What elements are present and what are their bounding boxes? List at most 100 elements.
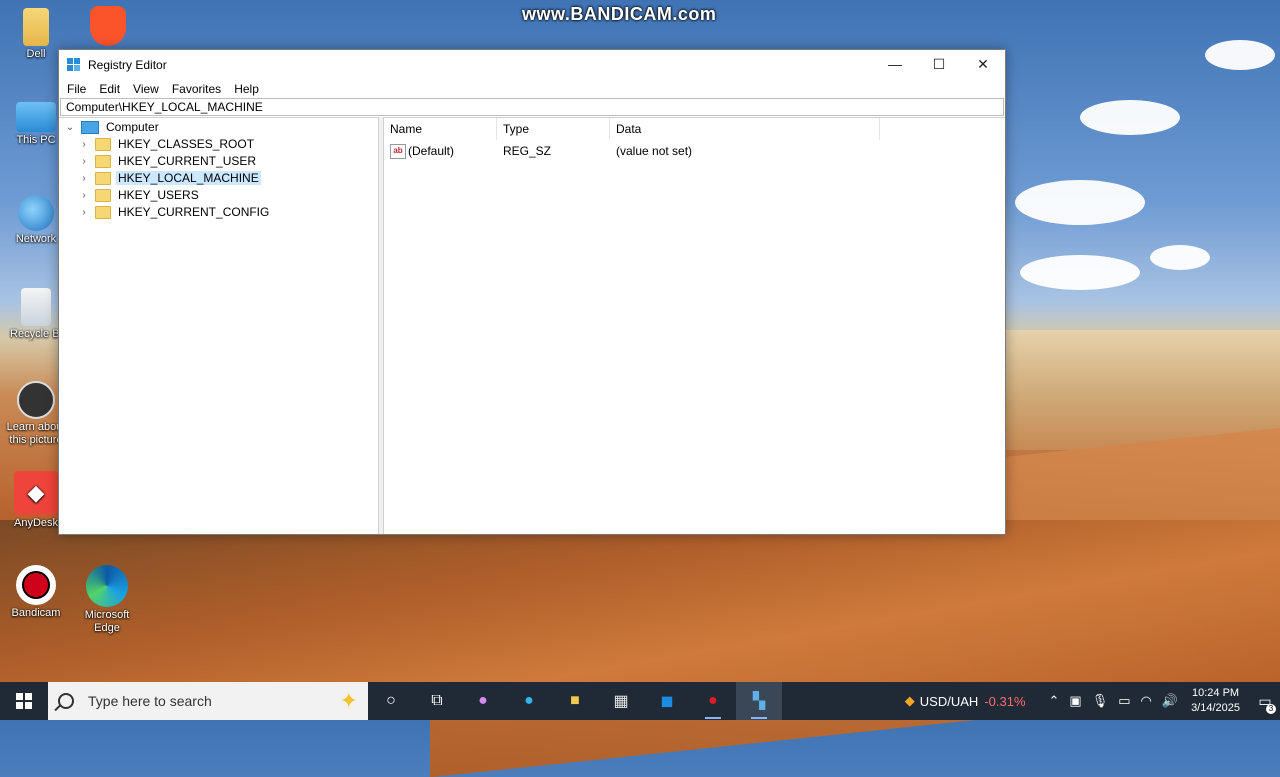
column-header-type[interactable]: Type xyxy=(497,118,610,140)
user-folder-icon xyxy=(23,8,49,46)
registry-editor-icon: ▚ xyxy=(752,693,766,710)
list-header: Name Type Data xyxy=(384,118,1005,140)
desktop-icon-edge[interactable]: Microsoft Edge xyxy=(71,565,143,635)
task-view-button[interactable]: ⧉ xyxy=(414,682,460,720)
folder-icon xyxy=(95,205,111,219)
registry-editor-window: Registry Editor — ☐ ✕ File Edit View Fav… xyxy=(58,49,1006,535)
folder-icon xyxy=(95,171,111,185)
string-value-icon: ab xyxy=(390,143,406,159)
taskbar-outlook[interactable]: ◼ xyxy=(644,682,690,720)
wifi-icon[interactable]: ◠ xyxy=(1141,693,1152,709)
tree-node-hkey-local-machine[interactable]: › HKEY_LOCAL_MACHINE xyxy=(79,170,261,186)
network-globe-icon xyxy=(18,195,54,231)
recycle-bin-icon xyxy=(21,288,51,326)
menu-view[interactable]: View xyxy=(127,82,166,96)
chevron-right-icon[interactable]: › xyxy=(79,207,89,218)
notification-button[interactable]: ▭ 3 xyxy=(1250,682,1280,720)
store-icon: ▦ xyxy=(613,693,629,710)
cloud xyxy=(1080,100,1180,135)
table-row[interactable]: ab (Default) REG_SZ (value not set) xyxy=(384,142,880,160)
desktop-icon-bandicam[interactable]: Bandicam xyxy=(0,565,72,620)
clock-date: 3/14/2025 xyxy=(1191,702,1240,714)
windows-logo-icon xyxy=(16,693,32,709)
address-bar[interactable]: Computer\HKEY_LOCAL_MACHINE xyxy=(60,98,1004,116)
taskbar-registry-editor[interactable]: ▚ xyxy=(736,682,782,720)
cloud xyxy=(1150,245,1210,270)
cloud xyxy=(1015,180,1145,225)
copilot-icon: ● xyxy=(478,692,488,709)
title-bar[interactable]: Registry Editor — ☐ ✕ xyxy=(59,50,1005,80)
system-tray: ◆ USD/UAH -0.31% ⌃ ▣ 🎙 ▭ ◠ 🔊 10:24 PM 3/… xyxy=(900,682,1280,720)
menu-help[interactable]: Help xyxy=(228,82,266,96)
chevron-down-icon[interactable]: ⌄ xyxy=(65,122,75,133)
menu-bar: File Edit View Favorites Help xyxy=(59,80,1005,98)
tree-node-hkey-users[interactable]: › HKEY_USERS xyxy=(79,187,201,203)
task-view-icon: ⧉ xyxy=(431,692,443,709)
cortana-button[interactable]: ○ xyxy=(368,682,414,720)
folder-icon xyxy=(95,154,111,168)
tree-node-hkey-classes-root[interactable]: › HKEY_CLASSES_ROOT xyxy=(79,136,256,152)
chevron-right-icon[interactable]: › xyxy=(79,173,89,184)
circle-icon: ○ xyxy=(386,692,396,709)
folder-icon xyxy=(95,188,111,202)
clock[interactable]: 10:24 PM 3/14/2025 xyxy=(1191,686,1240,716)
key-tree-pane[interactable]: ⌄ Computer › HKEY_CLASSES_ROOT › HKEY_CU… xyxy=(59,117,379,534)
maximize-button[interactable]: ☐ xyxy=(917,50,961,78)
chevron-right-icon[interactable]: › xyxy=(79,190,89,201)
chevron-up-icon[interactable]: ⌃ xyxy=(1049,693,1060,709)
value-type: REG_SZ xyxy=(503,144,552,158)
device-icon[interactable]: ▣ xyxy=(1069,693,1081,709)
taskbar: Type here to search ✦ ○ ⧉ ● ● ■ ▦ ◼ ● ▚ … xyxy=(0,682,1280,720)
cloud xyxy=(1205,40,1275,70)
edge-icon: ● xyxy=(524,692,534,709)
taskbar-store[interactable]: ▦ xyxy=(598,682,644,720)
camera-info-icon xyxy=(17,381,55,419)
menu-edit[interactable]: Edit xyxy=(93,82,127,96)
edge-icon xyxy=(86,565,128,607)
battery-icon[interactable]: ▭ xyxy=(1118,693,1130,709)
currency-icon: ◆ xyxy=(904,693,915,708)
value-data: (value not set) xyxy=(616,144,693,158)
notification-count: 3 xyxy=(1266,704,1276,714)
minimize-button[interactable]: — xyxy=(873,50,917,78)
menu-file[interactable]: File xyxy=(61,82,93,96)
chevron-right-icon[interactable]: › xyxy=(79,139,89,150)
bandicam-watermark: www.BANDICAM.com xyxy=(522,4,717,24)
start-button[interactable] xyxy=(0,682,48,720)
tree-node-hkey-current-user[interactable]: › HKEY_CURRENT_USER xyxy=(79,153,258,169)
taskbar-edge[interactable]: ● xyxy=(506,682,552,720)
taskbar-search-box[interactable]: Type here to search ✦ xyxy=(48,682,368,720)
tree-node-hkey-current-config[interactable]: › HKEY_CURRENT_CONFIG xyxy=(79,204,271,220)
menu-favorites[interactable]: Favorites xyxy=(166,82,228,96)
column-header-name[interactable]: Name xyxy=(384,118,497,140)
desktop-icon-brave[interactable] xyxy=(72,6,144,48)
search-icon xyxy=(58,693,74,709)
taskbar-copilot[interactable]: ● xyxy=(460,682,506,720)
value-name: (Default) xyxy=(408,144,455,158)
close-button[interactable]: ✕ xyxy=(961,50,1005,78)
currency-change: -0.31% xyxy=(984,693,1026,709)
search-placeholder: Type here to search xyxy=(88,693,212,709)
bandicam-record-icon xyxy=(16,565,56,605)
tree-node-computer[interactable]: ⌄ Computer xyxy=(65,119,161,135)
cloud xyxy=(1020,255,1140,290)
anydesk-icon: ◆ xyxy=(14,471,58,515)
microphone-icon[interactable]: 🎙 xyxy=(1092,693,1109,709)
chevron-right-icon[interactable]: › xyxy=(79,156,89,167)
bandicam-record-icon: ● xyxy=(708,692,718,709)
computer-icon xyxy=(81,120,99,134)
folder-icon: ■ xyxy=(570,692,580,709)
monitor-icon xyxy=(16,102,56,132)
currency-pair[interactable]: USD/UAH xyxy=(920,694,979,709)
column-header-data[interactable]: Data xyxy=(610,118,880,140)
copilot-sparkle-icon[interactable]: ✦ xyxy=(340,688,358,714)
window-title: Registry Editor xyxy=(88,58,167,72)
values-list-pane[interactable]: Name Type Data ab (Default) REG_SZ (valu… xyxy=(383,117,1005,534)
folder-icon xyxy=(95,137,111,151)
clock-time: 10:24 PM xyxy=(1191,687,1240,699)
taskbar-file-explorer[interactable]: ■ xyxy=(552,682,598,720)
volume-icon[interactable]: 🔊 xyxy=(1162,693,1178,709)
taskbar-bandicam[interactable]: ● xyxy=(690,682,736,720)
brave-lion-icon xyxy=(90,6,126,46)
registry-editor-icon xyxy=(67,58,81,72)
